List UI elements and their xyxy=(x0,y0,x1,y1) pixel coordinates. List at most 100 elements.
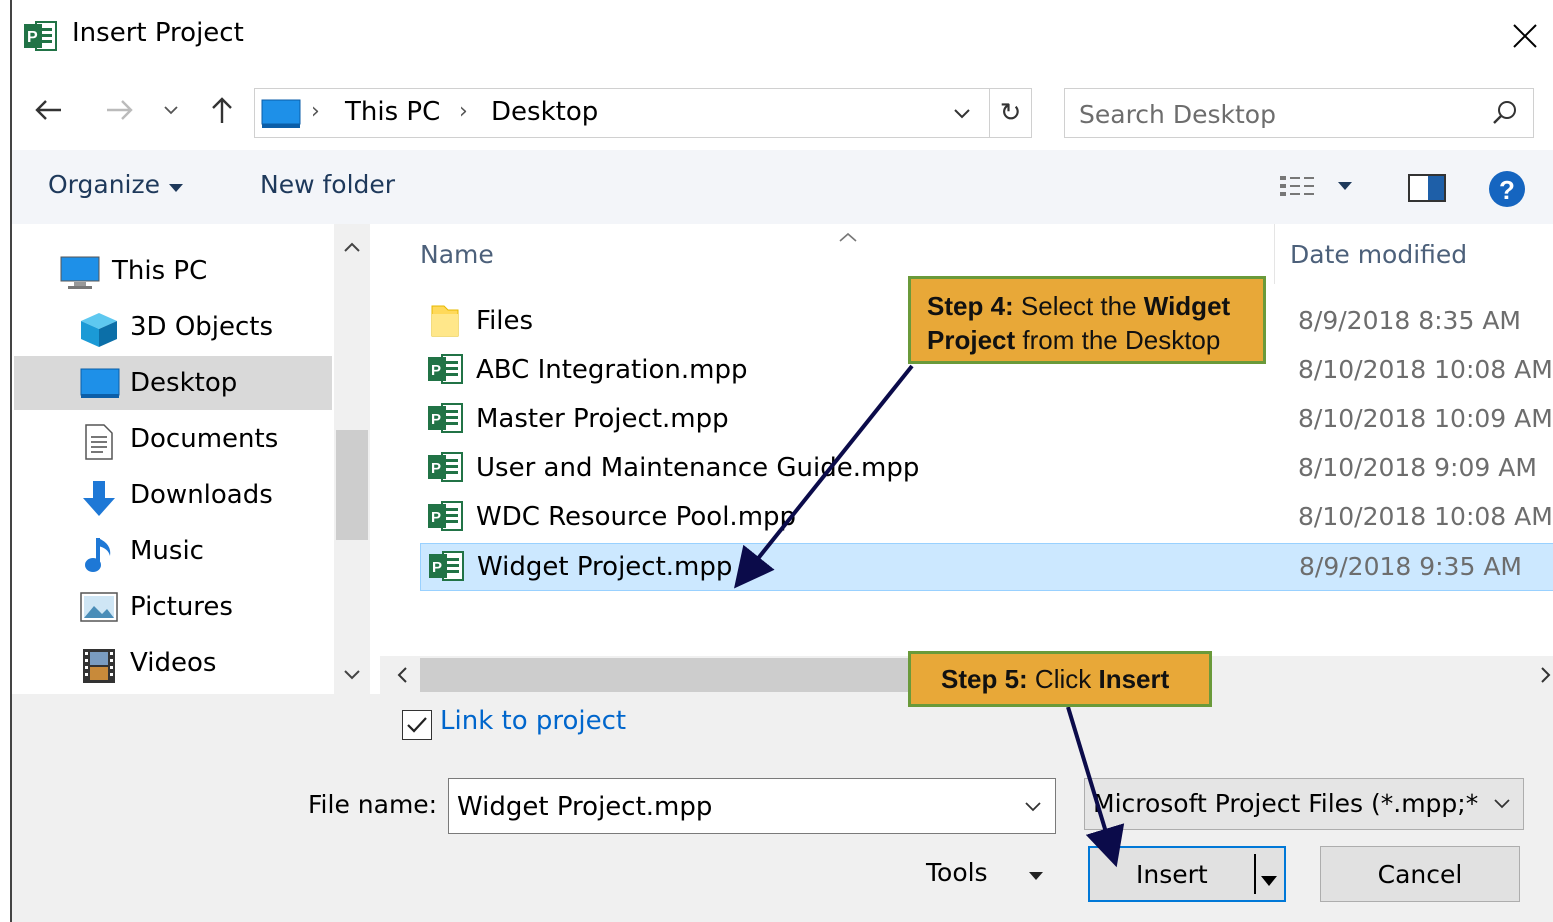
dialog-footer: Link to project File name: Microsoft Pro… xyxy=(12,694,1553,922)
file-name-combobox[interactable] xyxy=(448,778,1056,834)
step5-bold1: Insert xyxy=(1098,664,1170,694)
caret-down-icon[interactable] xyxy=(1028,866,1044,885)
column-header-name[interactable]: Name xyxy=(420,240,494,269)
sidebar-item-3d-objects[interactable]: 3D Objects xyxy=(14,300,332,354)
sort-ascending-icon xyxy=(838,224,858,249)
address-bar[interactable]: › This PC › Desktop ↻ xyxy=(254,88,1032,138)
arrow-up-icon[interactable] xyxy=(204,90,240,130)
file-name: WDC Resource Pool.mpp xyxy=(476,502,797,532)
step5-callout: Step 5: Click Insert xyxy=(908,651,1212,707)
sidebar-item-this-pc[interactable]: This PC xyxy=(14,244,332,298)
split-divider xyxy=(1254,854,1256,894)
step4-text1: Select the xyxy=(1013,291,1144,321)
help-icon[interactable]: ? xyxy=(1488,170,1526,212)
breadcrumb-this-pc[interactable]: This PC xyxy=(345,97,440,127)
navigation-pane: This PC 3D Objects Desktop Documents Dow… xyxy=(14,224,334,694)
download-icon xyxy=(80,480,118,522)
step4-text2: from the Desktop xyxy=(1015,325,1221,355)
new-folder-button[interactable]: New folder xyxy=(260,170,395,199)
sidebar-item-label: Videos xyxy=(130,648,217,678)
sidebar-item-label: Downloads xyxy=(130,480,273,510)
link-to-project-label[interactable]: Link to project xyxy=(440,706,626,736)
scroll-thumb[interactable] xyxy=(420,658,940,692)
file-date: 8/10/2018 10:08 AM xyxy=(1298,502,1553,531)
scroll-right-icon[interactable] xyxy=(1528,658,1553,692)
file-date: 8/10/2018 10:08 AM xyxy=(1298,355,1553,384)
refresh-icon[interactable]: ↻ xyxy=(989,89,1031,137)
file-date: 8/10/2018 10:09 AM xyxy=(1298,404,1553,433)
scroll-down-icon[interactable] xyxy=(334,658,370,692)
preview-pane-icon[interactable] xyxy=(1408,174,1446,206)
chevron-down-icon[interactable] xyxy=(945,97,979,131)
organize-button[interactable]: Organize xyxy=(48,170,184,199)
project-icon: P xyxy=(24,20,58,52)
sidebar-item-videos[interactable]: Videos xyxy=(14,636,332,690)
cancel-button[interactable]: Cancel xyxy=(1320,846,1520,902)
navigation-bar: › This PC › Desktop ↻ xyxy=(12,82,1553,140)
music-note-icon xyxy=(84,536,116,578)
column-header-date-modified[interactable]: Date modified xyxy=(1290,240,1467,269)
file-name-input[interactable] xyxy=(457,789,1007,825)
computer-icon xyxy=(60,256,100,294)
project-file-icon: P xyxy=(428,353,464,389)
sidebar-item-desktop[interactable]: Desktop xyxy=(14,356,332,410)
file-row-wdc-resource-pool[interactable]: P WDC Resource Pool.mpp 8/10/2018 10:08 … xyxy=(420,494,1553,542)
sidebar-item-downloads[interactable]: Downloads xyxy=(14,468,332,522)
file-row-master-project[interactable]: P Master Project.mpp 8/10/2018 10:09 AM xyxy=(420,396,1553,444)
breadcrumb-separator: › xyxy=(311,99,320,124)
scroll-left-icon[interactable] xyxy=(384,658,420,692)
file-row-user-maintenance-guide[interactable]: P User and Maintenance Guide.mpp 8/10/20… xyxy=(420,445,1553,493)
chevron-down-icon[interactable] xyxy=(1017,791,1049,823)
sidebar-item-label: Desktop xyxy=(130,368,238,398)
folder-icon xyxy=(428,304,462,342)
scroll-thumb[interactable] xyxy=(336,430,368,540)
sidebar-item-pictures[interactable]: Pictures xyxy=(14,580,332,634)
arrow-right-icon[interactable] xyxy=(102,90,138,130)
sidebar-item-label: 3D Objects xyxy=(130,312,274,342)
file-type-value: Microsoft Project Files (*.mpp;* xyxy=(1093,789,1479,818)
tools-button[interactable]: Tools xyxy=(926,858,988,887)
sidebar-item-label: Documents xyxy=(130,424,279,454)
insert-button[interactable]: Insert xyxy=(1088,846,1286,902)
arrow-left-icon[interactable] xyxy=(30,90,66,130)
sidebar-item-label: This PC xyxy=(112,256,208,286)
link-to-project-checkbox[interactable] xyxy=(402,710,432,740)
picture-icon xyxy=(80,592,118,626)
file-row-widget-project[interactable]: P Widget Project.mpp 8/9/2018 9:35 AM xyxy=(420,543,1553,591)
scroll-up-icon[interactable] xyxy=(334,230,370,264)
sidebar-item-label: Music xyxy=(130,536,204,566)
column-divider[interactable] xyxy=(1274,224,1275,284)
search-icon[interactable] xyxy=(1491,99,1519,131)
step4-bold1: Widget xyxy=(1143,291,1231,321)
step4-bold2: Project xyxy=(927,325,1016,355)
svg-text:P: P xyxy=(432,559,442,576)
title-bar: P Insert Project xyxy=(12,0,1553,72)
chevron-down-icon xyxy=(1487,789,1517,819)
file-name-label: File name: xyxy=(308,790,438,819)
project-file-icon: P xyxy=(428,402,464,438)
file-name: User and Maintenance Guide.mpp xyxy=(476,453,920,483)
insert-project-dialog: P Insert Project › This PC › Desktop ↻ S… xyxy=(10,0,1553,922)
navigation-pane-scrollbar[interactable] xyxy=(334,224,370,694)
file-date: 8/10/2018 9:09 AM xyxy=(1298,453,1537,482)
sidebar-item-label: Pictures xyxy=(130,592,233,622)
breadcrumb-desktop[interactable]: Desktop xyxy=(491,97,598,127)
svg-text:P: P xyxy=(27,29,38,46)
close-icon[interactable] xyxy=(1502,14,1548,58)
view-options-icon[interactable] xyxy=(1278,172,1362,206)
sidebar-item-music[interactable]: Music xyxy=(14,524,332,578)
search-box[interactable] xyxy=(1064,88,1534,138)
chevron-down-icon[interactable] xyxy=(158,90,184,130)
file-name: ABC Integration.mpp xyxy=(476,355,748,385)
file-type-select[interactable]: Microsoft Project Files (*.mpp;* xyxy=(1084,778,1524,830)
file-name: Master Project.mpp xyxy=(476,404,729,434)
svg-text:P: P xyxy=(431,460,441,477)
desktop-icon xyxy=(80,368,120,404)
sidebar-item-documents[interactable]: Documents xyxy=(14,412,332,466)
check-icon xyxy=(407,717,427,733)
computer-icon xyxy=(261,99,301,133)
file-name: Widget Project.mpp xyxy=(477,552,733,582)
search-input[interactable] xyxy=(1079,97,1479,131)
caret-down-icon[interactable] xyxy=(1260,864,1278,893)
insert-label: Insert xyxy=(1136,860,1208,889)
